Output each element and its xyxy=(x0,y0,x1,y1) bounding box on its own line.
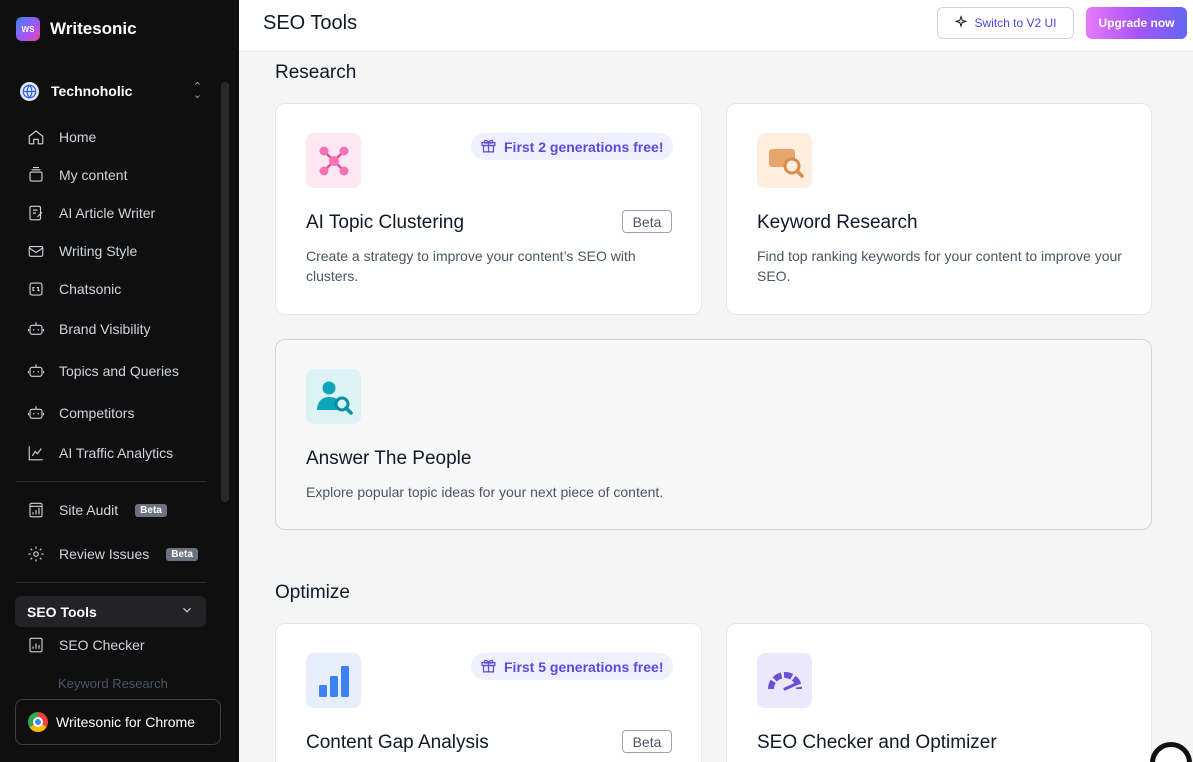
sidebar-item-label: Chatsonic xyxy=(59,281,122,297)
sidebar-item-competitors[interactable]: Competitors xyxy=(26,401,134,425)
chevron-down-icon xyxy=(180,603,194,620)
brand[interactable]: WS Writesonic xyxy=(16,17,137,41)
seo-checker-icon xyxy=(26,635,46,655)
gauge-icon xyxy=(757,653,812,708)
sidebar-item-label: Brand Visibility xyxy=(59,321,151,337)
sidebar-divider xyxy=(16,481,206,482)
network-icon xyxy=(306,133,361,188)
edit-document-icon xyxy=(26,203,46,223)
sidebar-item-brand-visibility[interactable]: Brand Visibility xyxy=(26,317,151,341)
card-title: Keyword Research xyxy=(757,212,918,233)
person-search-icon xyxy=(306,369,361,424)
sidebar-item-label: Review Issues xyxy=(59,546,150,562)
card-description: Explore popular topic ideas for your nex… xyxy=(306,484,664,500)
sidebar-item-label: Home xyxy=(59,129,97,145)
beta-badge: Beta xyxy=(135,503,167,517)
gift-icon xyxy=(480,137,497,157)
home-icon xyxy=(26,127,46,147)
sidebar-item-review-issues[interactable]: Review Issues Beta xyxy=(26,542,198,566)
free-generations-pill: First 2 generations free! xyxy=(471,133,673,160)
upgrade-button[interactable]: Upgrade now xyxy=(1086,7,1187,39)
sidebar-item-label: AI Traffic Analytics xyxy=(59,445,174,461)
stack-icon xyxy=(26,165,46,185)
sidebar-scrollbar[interactable] xyxy=(221,82,229,502)
chatsonic-icon xyxy=(26,279,46,299)
brand-name: Writesonic xyxy=(50,19,137,38)
workspace-switcher[interactable]: Technoholic ⌃ ⌄ xyxy=(20,80,202,102)
sidebar-item-label: Competitors xyxy=(59,405,135,421)
switch-ui-label: Switch to V2 UI xyxy=(974,16,1057,30)
free-generations-text: First 5 generations free! xyxy=(504,658,664,675)
globe-icon xyxy=(20,81,39,101)
beta-tag: Beta xyxy=(622,210,672,233)
tool-card-answer-the-people[interactable]: Answer The People Explore popular topic … xyxy=(275,339,1152,530)
sidebar-item-label: SEO Checker xyxy=(59,637,145,653)
robot-icon xyxy=(26,319,46,339)
sidebar-item-topics-queries[interactable]: Topics and Queries xyxy=(26,359,179,383)
card-title: Answer The People xyxy=(306,448,472,469)
sidebar-item-article-writer[interactable]: AI Article Writer xyxy=(26,201,155,225)
tool-card-keyword-research[interactable]: Keyword Research Find top ranking keywor… xyxy=(726,103,1152,315)
chart-line-icon xyxy=(26,443,46,463)
free-generations-pill: First 5 generations free! xyxy=(471,653,673,680)
sidebar-item-label: Site Audit xyxy=(59,502,119,518)
card-description: Find top ranking keywords for your conte… xyxy=(757,248,1122,284)
tool-card-content-gap[interactable]: First 5 generations free! Content Gap An… xyxy=(275,623,702,762)
sidebar: WS Writesonic Technoholic ⌃ ⌄ Home My con… xyxy=(0,0,239,762)
sidebar-group-label: SEO Tools xyxy=(27,603,97,620)
sidebar-item-home[interactable]: Home xyxy=(26,125,96,149)
beta-badge: Beta xyxy=(166,547,198,561)
sidebar-item-my-content[interactable]: My content xyxy=(26,163,127,187)
bar-chart-icon xyxy=(306,653,361,708)
page-scrollbar[interactable] xyxy=(1187,52,1193,762)
free-generations-text: First 2 generations free! xyxy=(504,138,664,155)
card-description: Create a strategy to improve your conten… xyxy=(306,248,636,284)
chrome-extension-button[interactable]: Writesonic for Chrome xyxy=(15,699,221,745)
chevron-up-down-icon: ⌃ ⌄ xyxy=(192,81,202,101)
sparkle-icon xyxy=(954,14,968,32)
chrome-icon xyxy=(28,712,48,732)
chrome-extension-label: Writesonic for Chrome xyxy=(56,714,196,730)
page-header: SEO Tools Switch to V2 UI Upgrade now xyxy=(239,0,1193,52)
card-title: AI Topic Clustering xyxy=(306,212,465,233)
beta-tag: Beta xyxy=(622,730,672,753)
sidebar-item-label: My content xyxy=(59,167,128,183)
sidebar-item-writing-style[interactable]: Writing Style xyxy=(26,239,137,263)
section-title-optimize: Optimize xyxy=(275,582,350,603)
sidebar-item-site-audit[interactable]: Site Audit Beta xyxy=(26,498,167,522)
card-title: SEO Checker and Optimizer xyxy=(757,732,997,753)
sidebar-group-seo-tools[interactable]: SEO Tools xyxy=(15,596,206,627)
gear-icon xyxy=(26,544,46,564)
tool-card-topic-clustering[interactable]: First 2 generations free! AI Topic Clust… xyxy=(275,103,702,315)
writesonic-logo-icon: WS xyxy=(16,17,40,41)
sidebar-item-label: Topics and Queries xyxy=(59,363,179,379)
audit-icon xyxy=(26,500,46,520)
robot-icon xyxy=(26,403,46,423)
robot-icon xyxy=(26,361,46,381)
card-title: Content Gap Analysis xyxy=(306,732,489,753)
switch-ui-button[interactable]: Switch to V2 UI xyxy=(937,7,1074,39)
sidebar-item-label: AI Article Writer xyxy=(59,205,156,221)
help-chat-icon[interactable] xyxy=(1150,742,1192,762)
envelope-icon xyxy=(26,241,46,261)
tool-card-seo-checker[interactable]: SEO Checker and Optimizer xyxy=(726,623,1152,762)
sidebar-item-traffic-analytics[interactable]: AI Traffic Analytics xyxy=(26,441,173,465)
gift-icon xyxy=(480,657,497,677)
sidebar-item-chatsonic[interactable]: Chatsonic xyxy=(26,277,121,301)
sidebar-item-keyword-research[interactable]: Keyword Research xyxy=(58,676,168,691)
sidebar-item-seo-checker[interactable]: SEO Checker xyxy=(26,633,145,657)
sidebar-divider xyxy=(16,582,206,583)
keyword-search-icon xyxy=(757,133,812,188)
page-title: SEO Tools xyxy=(263,12,358,34)
workspace-name: Technoholic xyxy=(51,83,133,99)
sidebar-item-label: Writing Style xyxy=(59,243,138,259)
section-title-research: Research xyxy=(275,62,357,83)
